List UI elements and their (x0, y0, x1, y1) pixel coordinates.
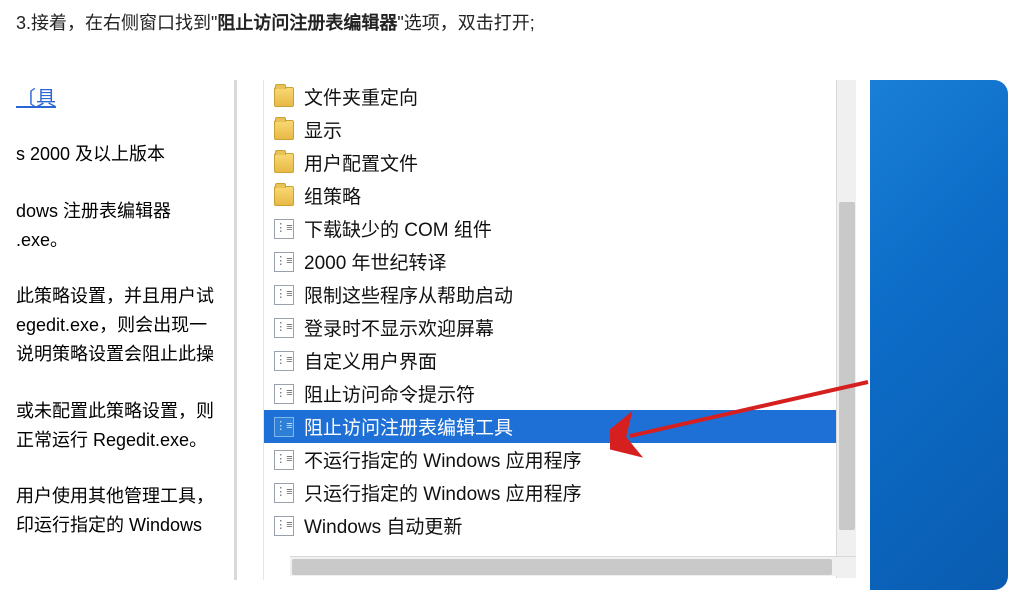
list-item-label: 限制这些程序从帮助启动 (304, 281, 513, 308)
desc-line-1: s 2000 及以上版本 (16, 140, 216, 169)
instruction-bold: 阻止访问注册表编辑器 (217, 13, 397, 33)
setting-icon: ⋮≡ (274, 516, 294, 536)
list-item-label: 2000 年世纪转译 (304, 248, 447, 275)
horizontal-scrollbar-thumb[interactable] (292, 559, 832, 575)
policy-list: 文件夹重定向显示用户配置文件组策略 ⋮≡ 下载缺少的 COM 组件 ⋮≡ 2000 年世… (264, 80, 836, 554)
partial-link[interactable]: 〔具 (16, 82, 56, 111)
list-item[interactable]: 组策略 (264, 179, 836, 212)
folder-icon (274, 186, 294, 206)
list-item-label: 文件夹重定向 (304, 83, 418, 110)
list-item[interactable]: 显示 (264, 113, 836, 146)
instruction-text: 3.接着，在右侧窗口找到"阻止访问注册表编辑器"选项，双击打开; (0, 0, 1015, 37)
list-item[interactable]: ⋮≡ 不运行指定的 Windows 应用程序 (264, 443, 836, 476)
setting-icon: ⋮≡ (274, 252, 294, 272)
list-item[interactable]: ⋮≡ 自定义用户界面 (264, 344, 836, 377)
list-item[interactable]: ⋮≡ 限制这些程序从帮助启动 (264, 278, 836, 311)
desktop-background (870, 80, 1008, 590)
list-item[interactable]: ⋮≡ 2000 年世纪转译 (264, 245, 836, 278)
list-item[interactable]: 用户配置文件 (264, 146, 836, 179)
screenshot-container: 〔具 s 2000 及以上版本 dows 注册表编辑器 .exe。 此策略设置，… (10, 80, 1008, 590)
setting-icon: ⋮≡ (274, 384, 294, 404)
list-item-label: Windows 自动更新 (304, 512, 462, 539)
list-item-label: 阻止访问命令提示符 (304, 380, 475, 407)
list-item-label: 不运行指定的 Windows 应用程序 (304, 446, 582, 473)
desc-line-2: dows 注册表编辑器 .exe。 (16, 197, 216, 255)
list-item-label: 组策略 (304, 182, 361, 209)
setting-icon: ⋮≡ (274, 219, 294, 239)
setting-icon: ⋮≡ (274, 483, 294, 503)
folder-icon (274, 120, 294, 140)
desc-line-3: 此策略设置，并且用户试 egedit.exe，则会出现一 说明策略设置会阻止此操 (16, 282, 216, 368)
list-item[interactable]: ⋮≡ 下载缺少的 COM 组件 (264, 212, 836, 245)
list-item-label: 只运行指定的 Windows 应用程序 (304, 479, 582, 506)
list-item-label: 用户配置文件 (304, 149, 418, 176)
list-item-label: 自定义用户界面 (304, 347, 437, 374)
list-item[interactable]: ⋮≡ 只运行指定的 Windows 应用程序 (264, 476, 836, 509)
list-item[interactable]: ⋮≡ 阻止访问命令提示符 (264, 377, 836, 410)
list-item[interactable]: ⋮≡ 登录时不显示欢迎屏幕 (264, 311, 836, 344)
list-item[interactable]: ⋮≡ 阻止访问注册表编辑工具 (264, 410, 836, 443)
desc-line-5: 用户使用其他管理工具， 印运行指定的 Windows (16, 482, 216, 540)
setting-icon: ⋮≡ (274, 417, 294, 437)
description-panel: s 2000 及以上版本 dows 注册表编辑器 .exe。 此策略设置，并且用… (16, 140, 216, 568)
list-item[interactable]: 文件夹重定向 (264, 80, 836, 113)
policy-list-panel: 文件夹重定向显示用户配置文件组策略 ⋮≡ 下载缺少的 COM 组件 ⋮≡ 2000 年世… (234, 80, 870, 580)
list-item[interactable]: ⋮≡ Windows 自动更新 (264, 509, 836, 542)
instruction-prefix: 3.接着，在右侧窗口找到" (16, 13, 217, 33)
setting-icon: ⋮≡ (274, 450, 294, 470)
list-item-label: 登录时不显示欢迎屏幕 (304, 314, 494, 341)
horizontal-scrollbar[interactable] (290, 556, 856, 576)
setting-icon: ⋮≡ (274, 285, 294, 305)
list-item-label: 显示 (304, 116, 342, 143)
desc-line-4: 或未配置此策略设置，则 正常运行 Regedit.exe。 (16, 397, 216, 455)
setting-icon: ⋮≡ (274, 318, 294, 338)
setting-icon: ⋮≡ (274, 351, 294, 371)
folder-icon (274, 153, 294, 173)
list-item-label: 下载缺少的 COM 组件 (304, 215, 492, 242)
vertical-scrollbar[interactable] (836, 80, 856, 578)
folder-icon (274, 87, 294, 107)
vertical-scrollbar-thumb[interactable] (839, 202, 855, 530)
list-item-label: 阻止访问注册表编辑工具 (304, 413, 513, 440)
instruction-suffix: "选项，双击打开; (397, 13, 534, 33)
